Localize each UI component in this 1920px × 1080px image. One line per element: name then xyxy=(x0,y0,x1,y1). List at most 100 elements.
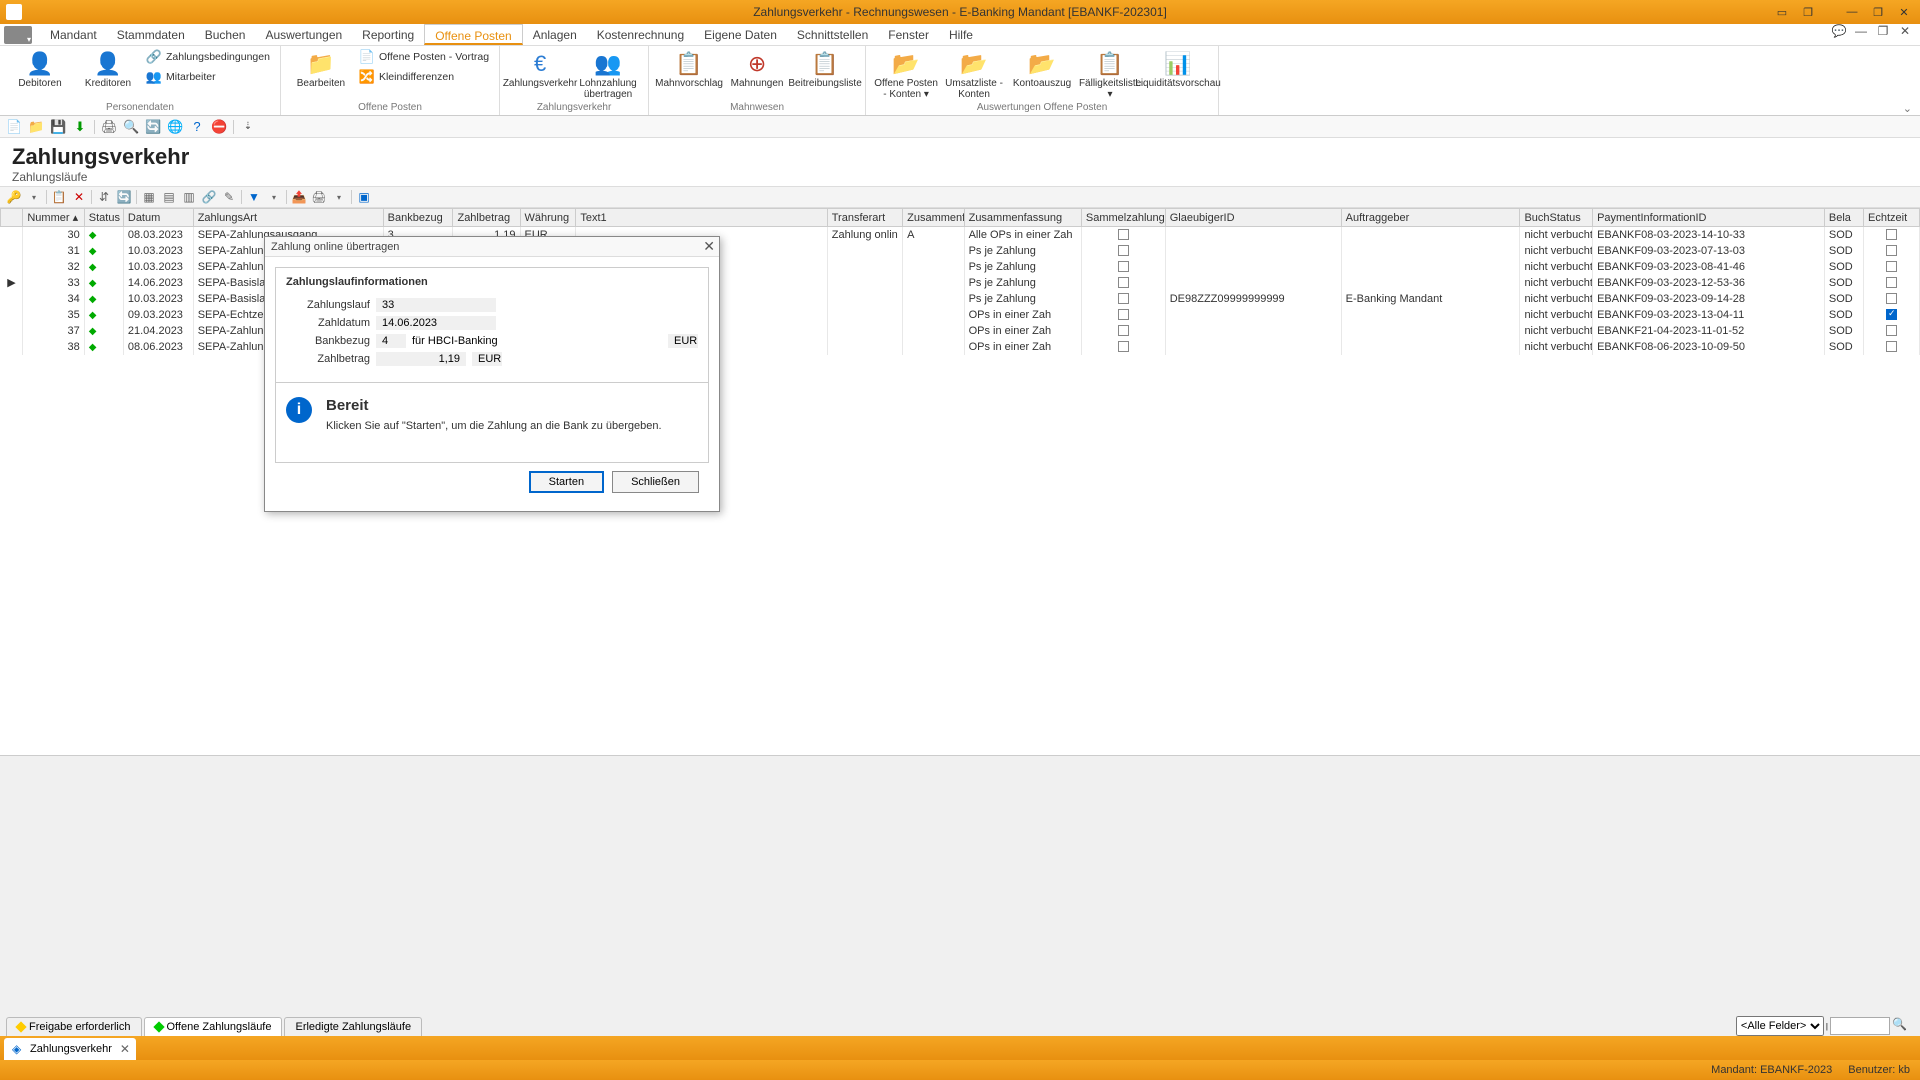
column-header[interactable] xyxy=(1,209,23,227)
column-header[interactable]: PaymentInformationID xyxy=(1593,209,1825,227)
faelligkeitsliste-button[interactable]: 📋Fälligkeitsliste ▾ xyxy=(1078,48,1142,100)
qt-print-icon[interactable]: 🖨 xyxy=(101,119,117,135)
checkbox[interactable] xyxy=(1118,325,1129,336)
op-vortrag-button[interactable]: 📄Offene Posten - Vortrag xyxy=(357,48,491,66)
liquiditaet-button[interactable]: 📊Liquiditätsvorschau xyxy=(1146,48,1210,89)
mitarbeiter-button[interactable]: 👥Mitarbeiter xyxy=(144,68,272,86)
column-header[interactable]: Text1 xyxy=(576,209,827,227)
window-tab-zahlungsverkehr[interactable]: ◈ Zahlungsverkehr ✕ xyxy=(4,1038,136,1060)
column-header[interactable]: Echtzeit xyxy=(1864,209,1920,227)
checkbox[interactable] xyxy=(1886,229,1897,240)
qt-preview-icon[interactable]: 🔍 xyxy=(123,119,139,135)
gt-delete-icon[interactable]: 📋 xyxy=(51,190,67,204)
qt-refresh-icon[interactable]: 🔄 xyxy=(145,119,161,135)
start-button[interactable]: Starten xyxy=(529,471,604,493)
column-header[interactable]: GlaeubigerID xyxy=(1165,209,1341,227)
bottom-tab[interactable]: Erledigte Zahlungsläufe xyxy=(284,1017,422,1036)
checkbox[interactable] xyxy=(1118,245,1129,256)
menu-kostenrechnung[interactable]: Kostenrechnung xyxy=(587,24,694,45)
menu-hilfe[interactable]: Hilfe xyxy=(939,24,983,45)
checkbox[interactable] xyxy=(1118,261,1129,272)
column-header[interactable]: Zusammenfassung xyxy=(964,209,1081,227)
menu-eigene-daten[interactable]: Eigene Daten xyxy=(694,24,787,45)
qt-stop-icon[interactable]: ⛔ xyxy=(211,119,227,135)
column-header[interactable]: Zusammenfa xyxy=(903,209,964,227)
checkbox[interactable] xyxy=(1118,293,1129,304)
checkbox[interactable] xyxy=(1118,229,1129,240)
beitreibungsliste-button[interactable]: 📋Beitreibungsliste xyxy=(793,48,857,89)
search-filter-select[interactable]: <Alle Felder> xyxy=(1736,1016,1824,1036)
qt-customize-icon[interactable]: ⇣ xyxy=(240,121,256,132)
gt-window-icon[interactable]: ▣ xyxy=(356,190,372,204)
column-header[interactable]: Status xyxy=(84,209,123,227)
menu-fenster[interactable]: Fenster xyxy=(878,24,939,45)
column-header[interactable]: Datum xyxy=(123,209,193,227)
checkbox[interactable] xyxy=(1886,325,1897,336)
dialog-close-icon[interactable]: ✕ xyxy=(703,238,715,255)
qt-new-icon[interactable]: 📄 xyxy=(6,119,22,135)
qt-help-icon[interactable]: ? xyxy=(189,119,205,134)
menu-schnittstellen[interactable]: Schnittstellen xyxy=(787,24,878,45)
column-header[interactable]: SammelzahlungMuss xyxy=(1081,209,1165,227)
gt-edit-icon[interactable]: ✎ xyxy=(221,190,237,204)
help-bubble-icon[interactable]: 💬 xyxy=(1830,24,1848,40)
column-header[interactable]: Zahlbetrag xyxy=(453,209,520,227)
column-header[interactable]: BuchStatus xyxy=(1520,209,1593,227)
ribbon-expand-icon[interactable]: ⌄ xyxy=(1903,102,1912,115)
bottom-tab[interactable]: Offene Zahlungsläufe xyxy=(144,1017,283,1036)
umsatzliste-button[interactable]: 📂Umsatzliste - Konten xyxy=(942,48,1006,100)
checkbox[interactable] xyxy=(1886,309,1897,320)
qt-open-icon[interactable]: 📁 xyxy=(28,119,44,135)
app-menu-icon[interactable]: ▾ xyxy=(4,26,32,44)
gt-grid1-icon[interactable]: ▦ xyxy=(141,190,157,204)
column-header[interactable]: Auftraggeber xyxy=(1341,209,1520,227)
checkbox[interactable] xyxy=(1886,277,1897,288)
minimize-button[interactable]: — xyxy=(1840,3,1864,21)
search-input[interactable] xyxy=(1830,1017,1890,1035)
checkbox[interactable] xyxy=(1886,261,1897,272)
close-button[interactable]: ✕ xyxy=(1892,3,1916,21)
maximize-button[interactable]: ❐ xyxy=(1866,3,1890,21)
gt-grid3-icon[interactable]: ▥ xyxy=(181,190,197,204)
checkbox[interactable] xyxy=(1118,341,1129,352)
search-icon[interactable]: 🔍 xyxy=(1892,1017,1910,1035)
zahlungsverkehr-button[interactable]: €Zahlungsverkehr xyxy=(508,48,572,89)
zahlungsbedingungen-button[interactable]: 🔗Zahlungsbedingungen xyxy=(144,48,272,66)
bottom-tab[interactable]: Freigabe erforderlich xyxy=(6,1017,142,1036)
kontoauszug-button[interactable]: 📂Kontoauszug xyxy=(1010,48,1074,89)
checkbox[interactable] xyxy=(1886,293,1897,304)
gt-export-icon[interactable]: 📤 xyxy=(291,190,307,204)
checkbox[interactable] xyxy=(1118,277,1129,288)
gt-grid2-icon[interactable]: ▤ xyxy=(161,190,177,204)
gt-print-icon[interactable]: 🖨 xyxy=(311,190,327,204)
menu-reporting[interactable]: Reporting xyxy=(352,24,424,45)
checkbox[interactable] xyxy=(1118,309,1129,320)
qt-globe-icon[interactable]: 🌐 xyxy=(167,119,183,135)
lohnzahlung-button[interactable]: 👥Lohnzahlung übertragen xyxy=(576,48,640,100)
menu-auswertungen[interactable]: Auswertungen xyxy=(255,24,352,45)
inner-close-icon[interactable]: ✕ xyxy=(1896,24,1914,40)
gt-key-icon[interactable]: 🔑 xyxy=(6,190,22,204)
close-dialog-button[interactable]: Schließen xyxy=(612,471,699,493)
gt-refresh-icon[interactable]: 🔄 xyxy=(116,190,132,204)
menu-buchen[interactable]: Buchen xyxy=(195,24,256,45)
column-header[interactable]: Währung xyxy=(520,209,576,227)
inner-restore-icon[interactable]: ❐ xyxy=(1874,24,1892,40)
checkbox[interactable] xyxy=(1886,341,1897,352)
menu-anlagen[interactable]: Anlagen xyxy=(523,24,587,45)
column-header[interactable]: Transferart xyxy=(827,209,902,227)
gt-action1-icon[interactable]: ⇵ xyxy=(96,190,112,204)
tab-close-icon[interactable]: ✕ xyxy=(120,1042,130,1056)
gt-filter-icon[interactable]: ▼ xyxy=(246,190,262,204)
ribbon-restore-icon[interactable]: ❐ xyxy=(1796,3,1820,21)
column-header[interactable]: Bankbezug xyxy=(383,209,453,227)
mahnungen-button[interactable]: ⊕Mahnungen xyxy=(725,48,789,89)
menu-stammdaten[interactable]: Stammdaten xyxy=(107,24,195,45)
mahnvorschlag-button[interactable]: 📋Mahnvorschlag xyxy=(657,48,721,89)
qt-save-icon[interactable]: 💾 xyxy=(50,119,66,135)
checkbox[interactable] xyxy=(1886,245,1897,256)
inner-minimize-icon[interactable]: — xyxy=(1852,24,1870,40)
gt-link-icon[interactable]: 🔗 xyxy=(201,190,217,204)
bearbeiten-button[interactable]: 📁Bearbeiten xyxy=(289,48,353,89)
debitoren-button[interactable]: 👤Debitoren xyxy=(8,48,72,89)
